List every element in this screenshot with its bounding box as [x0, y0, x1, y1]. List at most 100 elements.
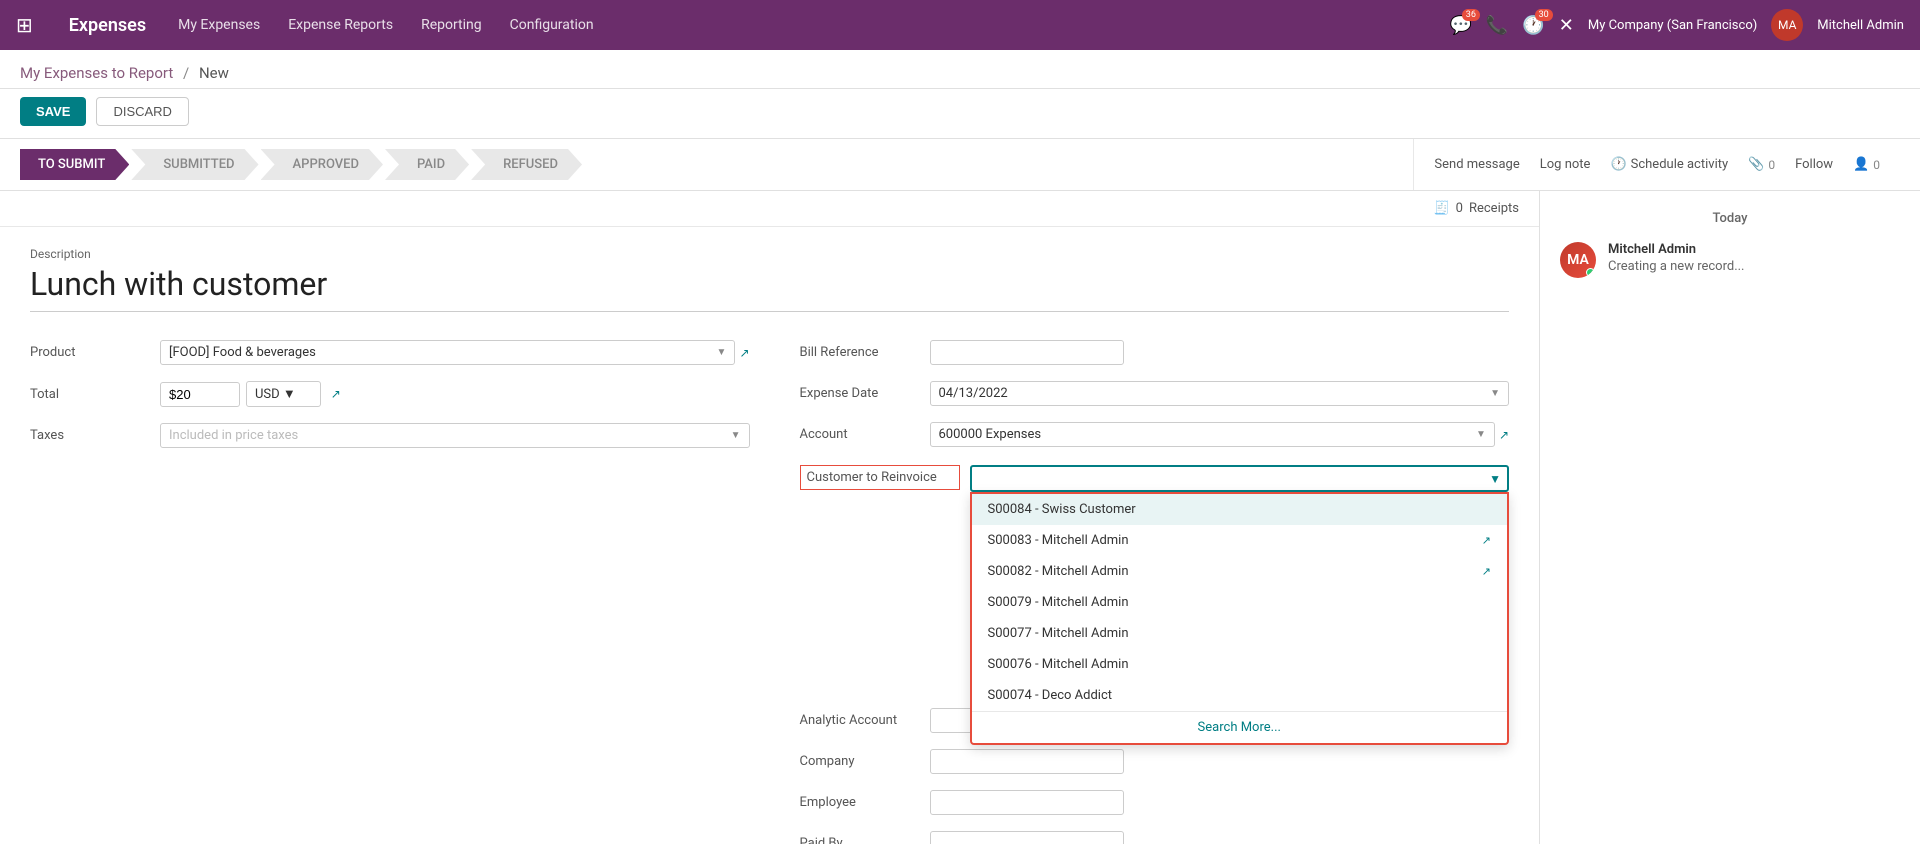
total-row: Total USD ▼ ↗ — [30, 373, 750, 415]
followers-button[interactable]: 👤 0 — [1853, 157, 1880, 172]
ext-link-icon-2[interactable]: ↗ — [1482, 565, 1491, 578]
followers-count: 0 — [1873, 158, 1880, 172]
customer-reinvoice-label: Customer to Reinvoice — [800, 465, 960, 490]
chatter-avatar: MA — [1560, 242, 1596, 278]
description-value[interactable]: Lunch with customer — [30, 265, 1509, 312]
expense-date-select[interactable]: 04/13/2022 ▼ — [930, 381, 1510, 406]
dropdown-item-label-2: S00082 - Mitchell Admin — [988, 564, 1129, 579]
activity-badge: 30 — [1535, 9, 1553, 21]
dropdown-item-4[interactable]: S00077 - Mitchell Admin — [972, 618, 1508, 649]
product-row: Product [FOOD] Food & beverages ▼ ↗ — [30, 332, 750, 373]
dropdown-item-label-3: S00079 - Mitchell Admin — [988, 595, 1129, 610]
currency-external-link[interactable]: ↗ — [331, 387, 341, 401]
product-label: Product — [30, 345, 160, 360]
form-area: 🧾 0 Receipts Description Lunch with cust… — [0, 191, 1540, 844]
dropdown-item-3[interactable]: S00079 - Mitchell Admin — [972, 587, 1508, 618]
status-right: Send message Log note 🕐 Schedule activit… — [1413, 139, 1900, 190]
nav-configuration[interactable]: Configuration — [498, 11, 606, 39]
stage-label-submitted: SUBMITTED — [163, 157, 234, 172]
stage-approved[interactable]: APPROVED — [261, 149, 383, 180]
dropdown-item-1[interactable]: S00083 - Mitchell Admin ↗ — [972, 525, 1508, 556]
phone-icon[interactable]: 📞 — [1486, 15, 1508, 36]
online-indicator — [1586, 268, 1595, 277]
search-more-button[interactable]: Search More... — [972, 711, 1508, 743]
chatter-today-label: Today — [1560, 211, 1900, 226]
receipts-button[interactable]: 🧾 0 Receipts — [1433, 201, 1519, 216]
taxes-placeholder: Included in price taxes — [169, 428, 298, 443]
customer-reinvoice-row: Customer to Reinvoice ▼ S00084 - Swiss C… — [800, 455, 1510, 500]
product-select[interactable]: [FOOD] Food & beverages ▼ — [160, 340, 735, 365]
stage-submitted[interactable]: SUBMITTED — [131, 149, 258, 180]
dropdown-item-5[interactable]: S00076 - Mitchell Admin — [972, 649, 1508, 680]
product-external-link[interactable]: ↗ — [739, 346, 749, 360]
paid-by-field — [930, 831, 1510, 844]
employee-input[interactable] — [930, 790, 1124, 815]
expense-date-field: 04/13/2022 ▼ — [930, 381, 1510, 406]
expense-date-label: Expense Date — [800, 386, 930, 401]
user-name: Mitchell Admin — [1817, 18, 1904, 33]
nav-expense-reports[interactable]: Expense Reports — [276, 11, 405, 39]
discard-button[interactable]: DISCARD — [96, 97, 189, 126]
dropdown-item-0[interactable]: S00084 - Swiss Customer — [972, 494, 1508, 525]
activity-icon[interactable]: 🕐 30 — [1522, 15, 1544, 36]
nav-my-expenses[interactable]: My Expenses — [166, 11, 272, 39]
stage-to-submit[interactable]: TO SUBMIT — [20, 149, 129, 180]
receipts-count: 0 — [1456, 201, 1463, 216]
receipt-icon: 🧾 — [1433, 201, 1449, 216]
schedule-activity-button[interactable]: 🕐 Schedule activity — [1610, 157, 1728, 172]
breadcrumb-bar: My Expenses to Report / New — [0, 50, 1920, 89]
customer-reinvoice-input[interactable] — [970, 465, 1510, 492]
log-note-button[interactable]: Log note — [1540, 157, 1591, 172]
account-select[interactable]: 600000 Expenses ▼ — [930, 422, 1495, 447]
stage-refused[interactable]: REFUSED — [471, 149, 582, 180]
dropdown-item-label-1: S00083 - Mitchell Admin — [988, 533, 1129, 548]
total-amount-input[interactable] — [160, 382, 240, 407]
dropdown-item-2[interactable]: S00082 - Mitchell Admin ↗ — [972, 556, 1508, 587]
clock-icon: 🕐 — [1610, 157, 1626, 172]
stage-paid[interactable]: PAID — [385, 149, 469, 180]
receipts-bar: 🧾 0 Receipts — [0, 191, 1539, 227]
company-input[interactable] — [930, 749, 1124, 774]
nav-reporting[interactable]: Reporting — [409, 11, 494, 39]
account-field: 600000 Expenses ▼ — [930, 422, 1495, 447]
form-grid: Product [FOOD] Food & beverages ▼ ↗ Tota… — [30, 332, 1509, 844]
employee-field — [930, 790, 1510, 815]
expense-date-value: 04/13/2022 — [939, 386, 1008, 401]
ext-link-icon-1[interactable]: ↗ — [1482, 534, 1491, 547]
status-stages: TO SUBMIT SUBMITTED APPROVED PAID REFUSE… — [20, 139, 1413, 190]
stage-label-to-submit: TO SUBMIT — [38, 157, 105, 172]
currency-arrow: ▼ — [283, 387, 296, 402]
chatter-area: Today MA Mitchell Admin Creating a new r… — [1540, 191, 1920, 844]
apps-grid-icon[interactable]: ⊞ — [16, 13, 33, 37]
breadcrumb: My Expenses to Report / New — [20, 64, 1900, 82]
account-value: 600000 Expenses — [939, 427, 1042, 442]
taxes-select[interactable]: Included in price taxes ▼ — [160, 423, 750, 448]
form-col-left: Product [FOOD] Food & beverages ▼ ↗ Tota… — [30, 332, 770, 844]
description-field-label: Description — [30, 247, 1509, 261]
chatter-message: MA Mitchell Admin Creating a new record.… — [1560, 242, 1900, 278]
dropdown-item-6[interactable]: S00074 - Deco Addict — [972, 680, 1508, 711]
analytic-account-label: Analytic Account — [800, 713, 930, 728]
close-icon[interactable]: ✕ — [1559, 15, 1574, 36]
follow-button[interactable]: Follow — [1795, 157, 1833, 172]
attachments-button[interactable]: 📎 0 — [1748, 157, 1775, 172]
save-button[interactable]: SAVE — [20, 97, 86, 126]
chatter-text: Creating a new record... — [1608, 259, 1900, 274]
company-row: Company — [800, 741, 1510, 782]
chat-badge: 36 — [1462, 9, 1480, 21]
expense-date-row: Expense Date 04/13/2022 ▼ — [800, 373, 1510, 414]
breadcrumb-parent[interactable]: My Expenses to Report — [20, 64, 173, 82]
action-bar: SAVE DISCARD — [0, 89, 1920, 139]
paid-by-input[interactable] — [930, 831, 1124, 844]
currency-select[interactable]: USD ▼ — [246, 381, 321, 407]
chat-icon[interactable]: 💬 36 — [1449, 15, 1471, 36]
send-message-button[interactable]: Send message — [1434, 157, 1519, 172]
account-external-link[interactable]: ↗ — [1499, 428, 1509, 442]
employee-label: Employee — [800, 795, 930, 810]
form-content: Description Lunch with customer Product … — [0, 227, 1539, 844]
avatar[interactable]: MA — [1771, 9, 1803, 41]
account-row: Account 600000 Expenses ▼ ↗ — [800, 414, 1510, 455]
breadcrumb-separator: / — [183, 64, 193, 82]
currency-value: USD — [255, 387, 280, 402]
bill-reference-input[interactable] — [930, 340, 1124, 365]
